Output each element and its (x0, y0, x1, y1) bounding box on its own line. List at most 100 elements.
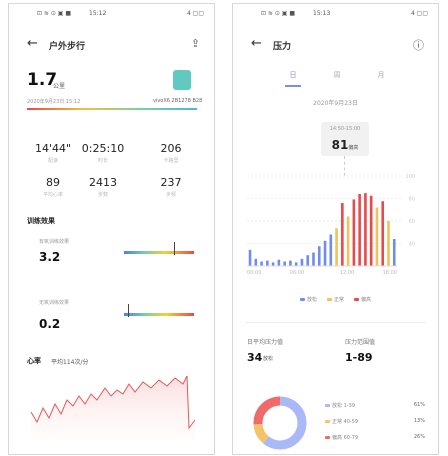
aerobic-value: 3.2 (39, 250, 61, 264)
legend-swatch (325, 420, 330, 423)
legend-swatch (354, 298, 359, 301)
stress-bar[interactable] (294, 262, 298, 266)
stress-bar[interactable] (346, 216, 350, 267)
donut-legend-row: 放松 1-39 61% (325, 402, 425, 409)
tooltip-reading: 81偏高 (321, 134, 369, 153)
aerobic-scale (124, 251, 194, 254)
stress-bar[interactable] (341, 203, 344, 266)
heart-average: 平均114次/分 (51, 359, 89, 366)
tab-week[interactable]: 周 (327, 70, 347, 80)
aerobic-label: 有氧训练效果 (39, 239, 70, 245)
stress-bar[interactable] (369, 195, 373, 266)
legend-swatch (325, 436, 330, 439)
stress-donut-chart (253, 396, 307, 450)
date-label: 2020年9月23日 (313, 100, 358, 107)
stress-bar[interactable] (306, 255, 310, 266)
stress-bar[interactable] (392, 239, 396, 266)
stress-bar[interactable] (271, 262, 275, 266)
gradient-divider (27, 108, 197, 110)
stress-bar[interactable] (387, 221, 390, 266)
status-bar: ⊡ ≋ ⊙ ▣ ■ 15:13 4 ▢▢ (233, 10, 438, 22)
legend-swatch (326, 298, 332, 301)
battery-icon: 4 ▢▢ (186, 10, 204, 17)
stress-bar[interactable] (375, 207, 379, 267)
range-value: 1-89 (345, 351, 373, 364)
avatar[interactable] (173, 70, 191, 90)
stress-bar[interactable] (335, 228, 338, 266)
back-arrow-icon[interactable]: ← (27, 36, 38, 51)
anaerobic-scale (124, 313, 194, 316)
legend-label: 放松 (306, 297, 317, 303)
back-arrow-icon[interactable]: ← (251, 36, 262, 51)
workout-date: 2020年9月23日 15:12 (27, 99, 81, 105)
stat-label: 时长 (97, 158, 108, 164)
avg-stress-label: 日平均压力值 (247, 339, 284, 346)
y-tick-label: 40 (409, 242, 415, 248)
stress-bar[interactable] (329, 234, 333, 267)
stress-bar[interactable] (277, 259, 281, 266)
stress-bar[interactable] (364, 193, 367, 266)
header: ← 户外步行 ⇪ (9, 36, 214, 54)
tooltip-value: 81 (331, 138, 349, 152)
info-icon[interactable]: ⓘ (413, 37, 424, 53)
header: ← 压力 ⓘ (233, 36, 438, 54)
share-icon[interactable]: ⇪ (191, 37, 200, 50)
stress-bar[interactable] (381, 201, 385, 266)
legend-swatch (325, 404, 330, 407)
divider-caption-left: · (27, 114, 29, 120)
page-title: 压力 (273, 42, 292, 52)
tooltip: 14:50-15:00 81偏高 (321, 122, 369, 156)
stat-value: 0:25:10 (81, 142, 125, 155)
stress-bar[interactable] (283, 261, 286, 267)
legend-label: 偏高 (361, 297, 372, 303)
stress-bar[interactable] (358, 194, 361, 266)
stress-bar[interactable] (266, 260, 269, 266)
legend-label: 放松 1-39 (332, 403, 355, 409)
battery-icon: 4 ▢▢ (410, 10, 428, 17)
x-tick-label: 00:00 (247, 270, 261, 276)
heart-rate-chart (30, 375, 196, 440)
section-title: 训练效果 (27, 217, 55, 225)
donut-legend-row: 正常 40-59 13% (325, 418, 425, 425)
y-tick-label: 80 (409, 197, 415, 203)
stress-bar[interactable] (248, 249, 252, 266)
legend-item: 偏高 (354, 297, 371, 303)
tooltip-unit: 偏高 (348, 145, 359, 151)
tab-underline (285, 85, 301, 87)
y-tick-label: 60 (409, 219, 415, 225)
stress-bar[interactable] (254, 258, 258, 266)
device-name: vivoX6 2B1278 B28 (153, 98, 203, 104)
stat-label: 步频 (165, 192, 176, 198)
stat-value: 237 (160, 176, 182, 189)
status-icons: ⊡ ≋ ⊙ ▣ ■ (261, 10, 296, 17)
anaerobic-value: 0.2 (39, 317, 61, 331)
stress-bar[interactable] (289, 260, 292, 266)
legend-percent: 13% (413, 418, 425, 424)
stress-chart: 100 80 60 40 00:00 06:00 12:00 18:00 (247, 174, 415, 276)
stat-label: 卡路里 (163, 158, 179, 164)
stress-bar[interactable] (260, 261, 263, 267)
range-label: 压力范围值 (345, 339, 376, 346)
status-time: 15:12 (89, 10, 107, 17)
tab-day[interactable]: 日 (283, 70, 303, 80)
stress-bar[interactable] (323, 240, 327, 266)
stress-screen: ⊡ ≋ ⊙ ▣ ■ 15:13 4 ▢▢ ← 压力 ⓘ 日 周 月 2020年9… (232, 3, 439, 455)
stress-bar[interactable] (312, 252, 315, 267)
tab-month[interactable]: 月 (371, 70, 391, 80)
legend-label: 正常 40-59 (332, 419, 359, 425)
legend-percent: 26% (413, 434, 425, 440)
stress-bar[interactable] (317, 246, 321, 266)
stress-bar[interactable] (352, 199, 356, 266)
stat-label: 步数 (97, 192, 108, 198)
x-tick-label: 18:00 (383, 270, 397, 276)
anaerobic-marker (127, 304, 129, 317)
status-bar: ⊡ ≋ ⊙ ▣ ■ 15:12 4 ▢▢ (9, 10, 214, 22)
x-tick-label: 06:00 (290, 270, 304, 276)
avg-stress-value: 34 (247, 351, 263, 364)
stress-bar[interactable] (300, 258, 304, 266)
aerobic-marker (174, 242, 176, 255)
tooltip-time: 14:50-15:00 (329, 126, 361, 132)
stat-value: 206 (160, 142, 182, 155)
legend-item: 正常 (326, 297, 344, 303)
stat-value: 2413 (89, 176, 117, 189)
